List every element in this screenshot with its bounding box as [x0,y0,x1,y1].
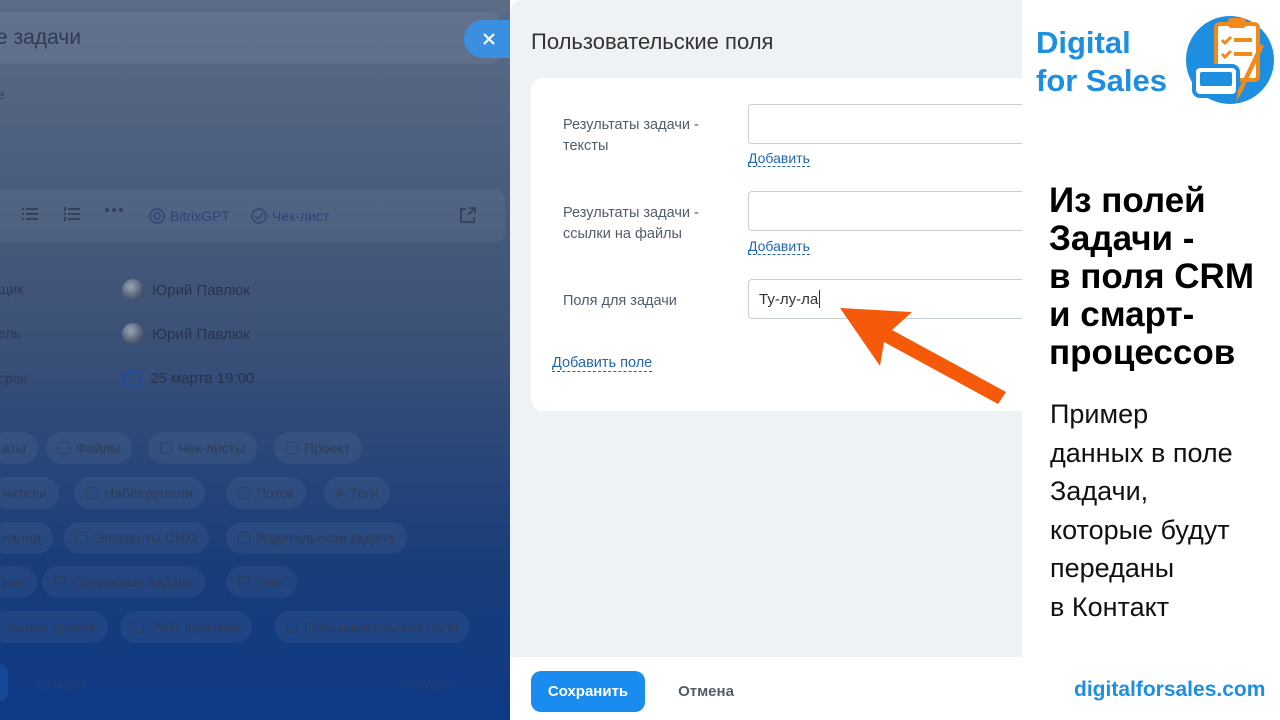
headline: Из полей Задачи - в поля CRM и смарт- пр… [1049,181,1254,372]
field-label-task-fields: Поля для задачи [563,293,677,309]
list-icon [160,442,172,454]
modal-title: Пользовательские поля [531,29,774,54]
bullet-list-icon[interactable] [22,207,38,221]
deadline-text: 25 марта 19:00 [150,369,255,387]
task-fields-value: Ту-лу-ла [759,290,819,308]
chip-related-tasks[interactable]: Связанные задачи [42,566,206,598]
more-icon[interactable] [104,207,124,213]
numbered-list-icon[interactable] [64,207,80,221]
add-field-link[interactable]: Добавить поле [552,355,653,372]
creator-name: Юрий Павлюк [152,325,250,343]
branding-panel: Digital for Sales Из полей Задачи - в по… [1022,0,1280,720]
chip-reminders[interactable]: нания [0,522,53,554]
link-icon [54,576,66,588]
task-description: е [0,86,5,102]
chip-deadline-planning[interactable]: ование сроков [0,611,109,643]
gpt-icon [149,208,165,224]
arrow-annotation-icon [840,308,1006,404]
cancel-button[interactable]: Отмена [658,671,754,712]
task-panel-background: е задачи е BitrixGPT Чек-лист щик Юрий П… [0,0,510,720]
close-icon [483,33,495,45]
bitrixgpt-button[interactable]: BitrixGPT [148,207,230,225]
description: Пример данных в поле Задачи, которые буд… [1050,399,1233,622]
field-label-results-files: Результаты задачи - ссылки на файлы [563,205,699,242]
chip-tags[interactable]: # Теги [324,477,391,509]
chip-parent-task[interactable]: Родительская задача [226,522,407,554]
avatar [122,279,144,301]
website-link[interactable]: digitalforsales.com [1074,678,1265,702]
text-caret [819,290,821,308]
hash-icon: # [336,485,344,501]
chip-flow[interactable]: Поток [226,477,306,509]
bitrixgpt-label: BitrixGPT [170,208,230,224]
deadline-value[interactable]: 25 марта 19:00 [122,368,254,388]
responsible-label: щик [0,281,24,297]
fields-icon [286,621,298,633]
field-label-results-texts: Результаты задачи - тексты [563,117,699,154]
chip-project[interactable]: Проект [274,432,363,464]
chip-files[interactable]: Файлы [46,432,133,464]
flow-icon [238,487,250,499]
chip-checklists[interactable]: Чек-листы [148,432,258,464]
creator-user[interactable]: Юрий Павлюк [122,323,250,345]
clipboard-logo-icon [1186,16,1274,104]
chip-subtasks[interactable]: ния [0,566,38,598]
paperclip-icon [58,442,70,454]
chip-gantt[interactable]: Гант [226,566,297,598]
save-button[interactable]: Сохранить [531,671,645,712]
responsible-name: Юрий Павлюк [152,281,250,299]
expand-icon[interactable] [460,207,476,223]
deadline-label: срок [0,370,27,386]
chip-observers[interactable]: Наблюдатели [74,477,205,509]
chip-time-tracking[interactable]: Учёт времени [120,611,253,643]
checklist-icon [251,208,267,224]
chip-crm-elements[interactable]: Элементы CRM [64,522,209,554]
close-slider-button[interactable] [464,20,514,58]
gantt-icon [238,576,250,588]
checklist-label: Чек-лист [272,208,330,224]
chip-results[interactable]: аты [0,432,38,464]
parent-task-icon [238,532,250,544]
background-cancel-button[interactable]: Отмена [36,676,86,692]
folder-icon [286,442,298,454]
results-texts-input[interactable] [748,104,1038,144]
chip-assistants[interactable]: нители [0,477,60,509]
calendar-icon [123,369,141,387]
avatar [122,323,144,345]
eye-icon [86,487,98,499]
crm-icon [76,532,88,544]
results-files-input[interactable] [748,191,1038,231]
chip-custom-fields[interactable]: Пользовательские поля [274,611,471,643]
checklist-button[interactable]: Чек-лист [250,207,329,225]
clock-icon [132,621,144,633]
background-found-text: найдено [402,676,457,692]
creator-label: ель [0,325,21,341]
background-primary-button[interactable] [0,665,8,701]
add-results-text-link[interactable]: Добавить [748,150,810,167]
modal-footer: Сохранить Отмена [510,657,1022,720]
brand-logo-text: Digital for Sales [1036,25,1167,98]
add-results-file-link[interactable]: Добавить [748,238,810,255]
responsible-user[interactable]: Юрий Павлюк [122,279,250,301]
task-title: е задачи [0,26,81,49]
